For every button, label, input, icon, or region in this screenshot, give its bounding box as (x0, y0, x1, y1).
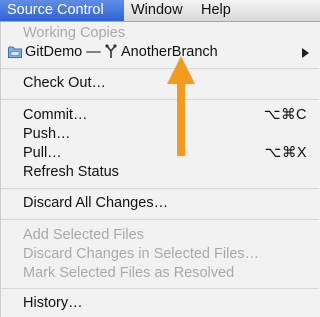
menu-item-refresh-status[interactable]: Refresh Status (1, 163, 319, 182)
menu-item-mark-resolved: Mark Selected Files as Resolved (23, 265, 235, 281)
branch-icon (105, 44, 117, 58)
menu-item-discard-all[interactable]: Discard All Changes… (1, 194, 319, 213)
menu-item-pull[interactable]: Pull… ⌥⌘X (1, 144, 319, 163)
menu-item-add-selected: Add Selected Files (23, 227, 144, 243)
menubar-window[interactable]: Window (124, 0, 192, 21)
separator (1, 68, 319, 69)
commit-shortcut: ⌥⌘C (263, 107, 307, 123)
menu-item-history[interactable]: History… (1, 294, 319, 313)
separator (1, 288, 319, 289)
separator (1, 188, 319, 189)
folder-icon (8, 46, 22, 58)
repo-name: GitDemo (25, 44, 83, 60)
menubar-help[interactable]: Help (194, 0, 244, 21)
separator (1, 219, 319, 220)
menu-item-push[interactable]: Push… (1, 125, 319, 144)
working-copies-header: Working Copies (23, 25, 126, 41)
callout-arrow-icon (167, 56, 195, 156)
source-control-menu: Working Copies GitDemo — AnotherBranch C… (0, 22, 320, 317)
menu-item-commit[interactable]: Commit… ⌥⌘C (1, 106, 319, 125)
submenu-arrow-icon (302, 48, 309, 58)
menubar-source-control[interactable]: Source Control (0, 0, 124, 21)
menu-bar: Source Control Window Help (0, 0, 320, 22)
pull-shortcut: ⌥⌘X (264, 145, 307, 161)
menu-item-check-out[interactable]: Check Out… (1, 74, 319, 93)
menu-item-repo[interactable]: GitDemo — AnotherBranch (1, 43, 319, 62)
menu-item-discard-selected: Discard Changes in Selected Files… (23, 246, 260, 262)
separator (1, 99, 319, 100)
repo-separator: — (86, 44, 101, 60)
